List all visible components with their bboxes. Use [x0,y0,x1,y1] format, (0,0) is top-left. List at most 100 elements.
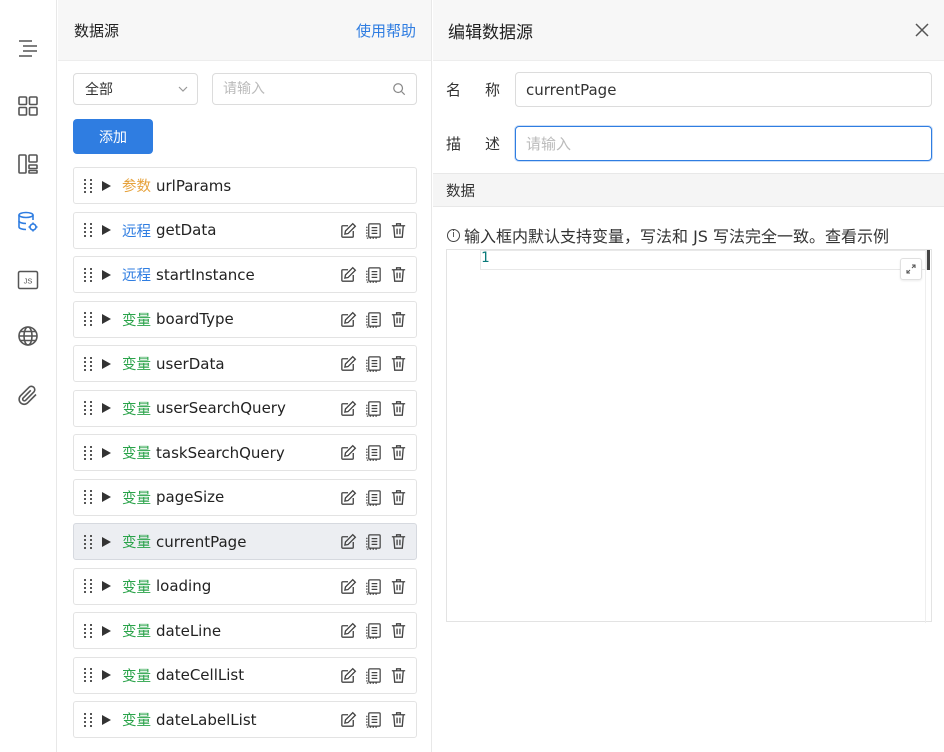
drag-handle-icon[interactable] [84,176,94,196]
datasource-item[interactable]: 变量 boardType [73,300,417,338]
copy-icon[interactable] [364,621,383,640]
code-editor[interactable]: 1 [446,249,932,623]
globe-icon[interactable] [15,323,41,349]
edit-icon[interactable] [339,532,358,551]
datasource-item[interactable]: 变量 userSearchQuery [73,389,417,427]
delete-icon[interactable] [389,443,408,462]
datasource-item[interactable]: 变量 dateLine [73,612,417,649]
copy-icon[interactable] [364,265,383,284]
drag-handle-icon[interactable] [84,443,94,463]
delete-icon[interactable] [389,532,408,551]
edit-icon[interactable] [339,488,358,507]
layout-icon[interactable] [15,151,41,177]
delete-icon[interactable] [389,399,408,418]
datasource-item[interactable]: 变量 currentPage [73,523,417,560]
copy-icon[interactable] [364,710,383,729]
search-input[interactable] [223,81,373,97]
datasource-item[interactable]: 变量 pageSize [73,478,417,516]
delete-icon[interactable] [389,621,408,640]
close-icon[interactable] [914,22,930,38]
expand-arrow-icon[interactable] [102,314,111,324]
components-icon[interactable] [15,93,41,119]
delete-icon[interactable] [389,577,408,596]
edit-icon[interactable] [339,310,358,329]
expand-arrow-icon[interactable] [102,625,111,636]
datasource-item[interactable]: 变量 userData [73,345,417,382]
edit-icon[interactable] [339,577,358,596]
delete-icon[interactable] [389,265,408,284]
drag-handle-icon[interactable] [84,487,94,507]
expand-arrow-icon[interactable] [102,269,111,280]
expand-editor-button[interactable] [900,258,922,280]
expand-arrow-icon[interactable] [102,358,111,369]
copy-icon[interactable] [364,488,383,507]
delete-icon[interactable] [389,310,408,329]
copy-icon[interactable] [364,443,383,462]
drag-handle-icon[interactable] [84,621,94,641]
delete-icon[interactable] [389,354,408,373]
drag-handle-icon[interactable] [84,576,94,596]
datasource-item[interactable]: 变量 dateLabelList [73,701,417,738]
item-actions [339,265,408,284]
expand-arrow-icon[interactable] [102,225,111,235]
attachment-icon[interactable] [15,382,41,408]
datasource-item[interactable]: 变量 taskSearchQuery [73,434,417,471]
drag-handle-icon[interactable] [84,710,94,730]
edit-icon[interactable] [339,443,358,462]
copy-icon[interactable] [364,221,383,240]
datasource-name: boardType [156,310,234,328]
datasource-icon[interactable] [15,209,41,235]
edit-icon[interactable] [339,221,358,240]
datasource-item[interactable]: 远程 startInstance [73,256,417,293]
edit-icon[interactable] [339,399,358,418]
drag-handle-icon[interactable] [84,398,94,418]
help-link[interactable]: 使用帮助 [356,20,416,41]
expand-arrow-icon[interactable] [102,581,111,591]
expand-arrow-icon[interactable] [102,536,111,547]
copy-icon[interactable] [364,399,383,418]
expand-arrow-icon[interactable] [102,447,111,458]
datasource-type-tag: 变量 [122,401,151,418]
search-icon[interactable] [392,82,406,96]
drag-handle-icon[interactable] [84,309,94,329]
datasource-item[interactable]: 变量 loading [73,567,417,605]
copy-icon[interactable] [364,666,383,685]
expand-arrow-icon[interactable] [102,670,111,680]
outline-icon[interactable] [15,35,41,61]
js-icon[interactable]: JS [15,267,41,293]
item-actions [339,621,408,640]
edit-icon[interactable] [339,621,358,640]
delete-icon[interactable] [389,666,408,685]
copy-icon[interactable] [364,354,383,373]
name-field[interactable] [515,72,932,107]
datasource-item[interactable]: 远程 getData [73,211,417,249]
copy-icon[interactable] [364,577,383,596]
edit-icon[interactable] [339,710,358,729]
delete-icon[interactable] [389,221,408,240]
drag-handle-icon[interactable] [84,220,94,240]
copy-icon[interactable] [364,310,383,329]
edit-icon[interactable] [339,354,358,373]
delete-icon[interactable] [389,488,408,507]
edit-icon[interactable] [339,265,358,284]
edit-icon[interactable] [339,666,358,685]
expand-arrow-icon[interactable] [102,403,111,413]
copy-icon[interactable] [364,532,383,551]
expand-arrow-icon[interactable] [102,180,111,191]
scroll-thumb[interactable] [927,250,930,270]
drag-handle-icon[interactable] [84,265,94,285]
search-box [212,73,417,105]
expand-arrow-icon[interactable] [102,714,111,725]
type-filter-select[interactable]: 全部 [73,73,198,105]
datasource-item[interactable]: 变量 dateCellList [73,656,417,694]
description-field[interactable] [515,126,932,161]
add-datasource-button[interactable]: 添加 [73,119,153,154]
drag-handle-icon[interactable] [84,665,94,685]
editor-scrollbar[interactable] [925,250,931,623]
delete-icon[interactable] [389,710,408,729]
drag-handle-icon[interactable] [84,354,94,374]
drag-handle-icon[interactable] [84,532,94,552]
datasource-item[interactable]: 参数 urlParams [73,167,417,204]
expand-arrow-icon[interactable] [102,492,111,502]
svg-text:JS: JS [24,277,33,286]
